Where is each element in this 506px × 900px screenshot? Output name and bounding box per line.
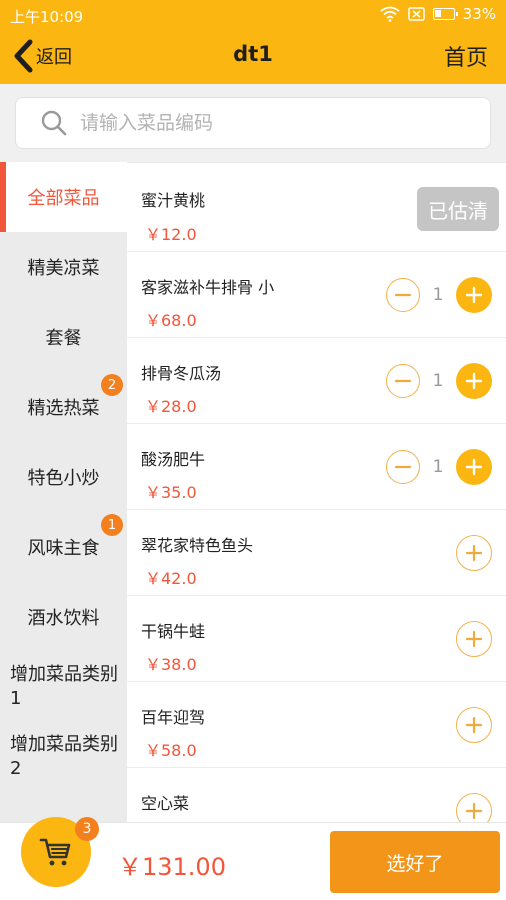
category-label: 精美凉菜 — [27, 258, 100, 279]
quantity-stepper — [456, 621, 492, 657]
dish-item: 翠花家特色鱼头 ￥42.0 — [127, 510, 506, 596]
plus-icon — [465, 630, 483, 648]
no-sim-icon — [407, 7, 425, 21]
count-badge: 1 — [101, 514, 123, 536]
category-sidebar: 全部菜品 精美凉菜 套餐 精选热菜 2 特色小炒 风味主食 1 酒水饮料 增加菜… — [0, 162, 127, 822]
quantity-stepper: 1 — [386, 277, 492, 313]
header: 上午10:09 33% 返回 dt1 首页 — [0, 0, 506, 84]
battery-icon — [432, 8, 458, 20]
dish-item: 酸汤肥牛 ￥35.0 1 — [127, 424, 506, 510]
dish-name: 蜜汁黄桃 — [141, 191, 206, 210]
category-label: 风味主食 — [27, 538, 100, 559]
done-button[interactable]: 选好了 — [330, 831, 500, 893]
plus-icon — [465, 372, 483, 390]
decrease-button[interactable] — [386, 278, 420, 312]
count-badge: 2 — [101, 374, 123, 396]
dish-item: 干锅牛蛙 ￥38.0 — [127, 596, 506, 682]
plus-icon — [465, 458, 483, 476]
quantity-stepper: 1 — [386, 363, 492, 399]
category-item-set-meal[interactable]: 套餐 — [0, 302, 127, 372]
quantity-value: 1 — [432, 285, 444, 305]
home-button[interactable]: 首页 — [444, 40, 488, 72]
category-item-extra-2[interactable]: 增加菜品类别2 — [0, 722, 127, 792]
increase-button[interactable] — [456, 449, 492, 485]
category-item-hot-dishes[interactable]: 精选热菜 2 — [0, 372, 127, 442]
dish-price: ￥58.0 — [145, 741, 197, 760]
battery-level — [434, 10, 441, 17]
category-label: 精选热菜 — [27, 398, 100, 419]
minus-icon — [394, 293, 412, 297]
dish-item: 蜜汁黄桃 ￥12.0 已估清 — [127, 162, 506, 252]
minus-icon — [394, 465, 412, 469]
add-button[interactable] — [456, 535, 492, 571]
category-item-all[interactable]: 全部菜品 — [0, 162, 127, 232]
cart-icon — [39, 838, 71, 866]
quantity-value: 1 — [432, 457, 444, 477]
category-item-drinks[interactable]: 酒水饮料 — [0, 582, 127, 652]
quantity-stepper — [456, 793, 492, 822]
dish-name: 翠花家特色鱼头 — [141, 536, 254, 555]
decrease-button[interactable] — [386, 450, 420, 484]
category-item-extra-1[interactable]: 增加菜品类别1 — [0, 652, 127, 722]
battery-percent: 33% — [462, 5, 496, 23]
dish-price: ￥12.0 — [145, 225, 197, 244]
search-icon — [41, 110, 67, 136]
increase-button[interactable] — [456, 277, 492, 313]
dish-name: 客家滋补牛排骨 小 — [141, 278, 275, 297]
category-item-cold-dishes[interactable]: 精美凉菜 — [0, 232, 127, 302]
dish-name: 空心菜 — [141, 794, 190, 813]
cart-bar: 3 ￥131.00 选好了 — [0, 817, 506, 900]
page-title: dt1 — [233, 42, 273, 66]
dish-price: ￥38.0 — [145, 655, 197, 674]
status-icons: 33% — [380, 5, 496, 23]
category-item-stir-fry[interactable]: 特色小炒 — [0, 442, 127, 512]
category-label: 增加菜品类别2 — [10, 734, 118, 779]
dish-item: 百年迎驾 ￥58.0 — [127, 682, 506, 768]
quantity-stepper: 1 — [386, 449, 492, 485]
sold-out-badge: 已估清 — [417, 187, 499, 231]
total-price: ￥131.00 — [118, 853, 226, 881]
search-area — [0, 84, 506, 162]
quantity-stepper — [456, 707, 492, 743]
decrease-button[interactable] — [386, 364, 420, 398]
dish-list: 蜜汁黄桃 ￥12.0 已估清 客家滋补牛排骨 小 ￥68.0 1 排骨冬瓜汤 ￥… — [127, 162, 506, 822]
dish-price: ￥35.0 — [145, 483, 197, 502]
category-label: 特色小炒 — [27, 468, 100, 489]
quantity-value: 1 — [432, 371, 444, 391]
category-label: 增加菜品类别1 — [10, 664, 118, 709]
plus-icon — [465, 286, 483, 304]
plus-icon — [465, 716, 483, 734]
dish-price: ￥28.0 — [145, 397, 197, 416]
dish-name: 干锅牛蛙 — [141, 622, 206, 641]
category-label: 套餐 — [45, 328, 82, 349]
dish-item: 空心菜 — [127, 768, 506, 822]
dish-item: 客家滋补牛排骨 小 ￥68.0 1 — [127, 252, 506, 338]
dish-price: ￥68.0 — [145, 311, 197, 330]
dish-name: 排骨冬瓜汤 — [141, 364, 222, 383]
category-label: 酒水饮料 — [27, 608, 100, 629]
plus-icon — [465, 802, 483, 820]
category-label: 全部菜品 — [27, 188, 100, 209]
search-input[interactable] — [80, 112, 460, 134]
status-bar: 上午10:09 33% — [0, 0, 506, 30]
quantity-stepper — [456, 535, 492, 571]
navbar: 返回 dt1 首页 — [0, 30, 506, 84]
add-button[interactable] — [456, 793, 492, 822]
dish-item: 排骨冬瓜汤 ￥28.0 1 — [127, 338, 506, 424]
add-button[interactable] — [456, 621, 492, 657]
minus-icon — [394, 379, 412, 383]
wifi-icon — [380, 6, 400, 22]
dish-name: 百年迎驾 — [141, 708, 206, 727]
search-box[interactable] — [15, 97, 491, 149]
category-item-staple-food[interactable]: 风味主食 1 — [0, 512, 127, 582]
dish-price: ￥42.0 — [145, 569, 197, 588]
add-button[interactable] — [456, 707, 492, 743]
cart-count-badge: 3 — [75, 817, 99, 841]
plus-icon — [465, 544, 483, 562]
increase-button[interactable] — [456, 363, 492, 399]
status-time: 上午10:09 — [10, 8, 84, 26]
dish-name: 酸汤肥牛 — [141, 450, 206, 469]
